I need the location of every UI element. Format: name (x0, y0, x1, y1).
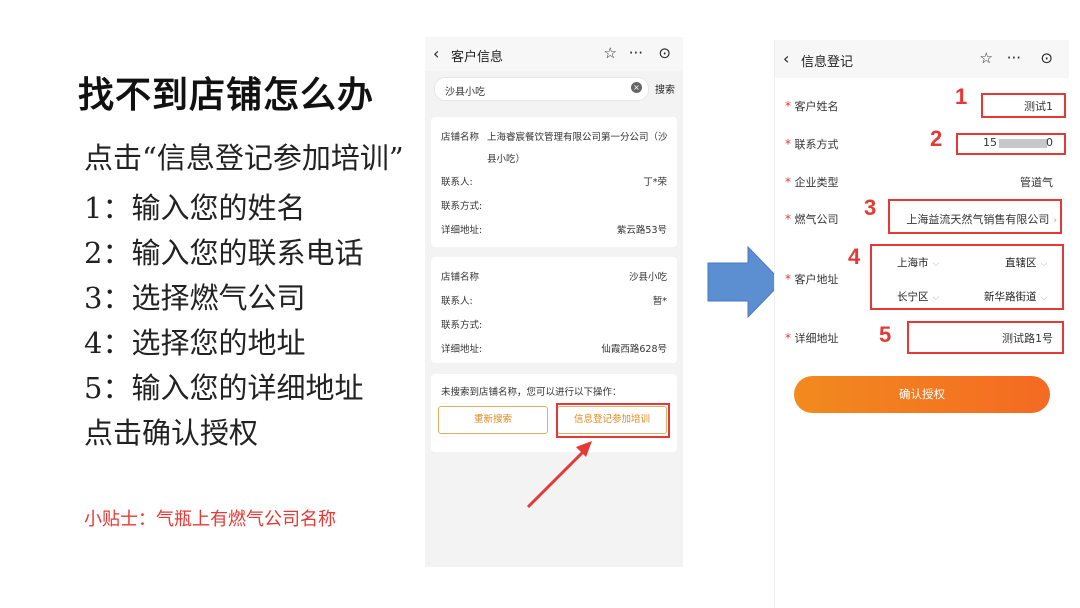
required-mark: * (785, 331, 791, 345)
contact-label: 联系人: (441, 177, 473, 188)
highlight-box (907, 321, 1064, 354)
required-mark: * (785, 99, 791, 113)
address-value: 紫云路53号 (616, 225, 667, 236)
highlight-box (556, 403, 670, 438)
address-value: 仙霞西路628号 (601, 344, 667, 355)
nav-title: 客户信息 (451, 50, 504, 65)
confirm-button-label: 确认授权 (899, 387, 945, 401)
step-item: 3：选择燃气公司 (84, 281, 306, 315)
target-icon[interactable]: ⊙ (658, 44, 671, 62)
more-icon[interactable]: ··· (629, 44, 643, 62)
contact-label: 联系人: (441, 296, 473, 307)
search-button[interactable]: 搜索 (655, 81, 675, 96)
contact-value: 暂* (652, 296, 667, 307)
step-number: 4 (848, 244, 861, 269)
star-icon[interactable]: ☆ (604, 44, 617, 62)
required-mark: * (785, 212, 791, 226)
tip-text: 小贴士：气瓶上有燃气公司名称 (84, 509, 336, 530)
step-item: 点击确认授权 (84, 416, 259, 450)
back-icon[interactable]: ‹ (433, 44, 439, 63)
step-number: 1 (955, 84, 968, 109)
store-name: 沙县小吃 (628, 272, 667, 283)
phone-label: 联系方式: (441, 320, 483, 331)
store-card[interactable]: 店铺名称 上海睿宸餐饮管理有限公司第一分公司（沙 县小吃） 联系人: 丁*荣 联系… (431, 117, 677, 247)
type-value: 管道气 (1020, 176, 1053, 189)
clear-icon[interactable]: × (631, 82, 642, 93)
store-name-cont: 县小吃） (487, 154, 526, 165)
right-arrow-icon (707, 245, 783, 319)
star-icon[interactable]: ☆ (980, 49, 993, 67)
search-input[interactable]: 沙县小吃 × (434, 77, 649, 101)
highlight-box (870, 244, 1064, 310)
step-number: 2 (930, 126, 943, 151)
phone-label: 联系方式: (441, 201, 483, 212)
address-label: 详细地址: (441, 344, 483, 355)
required-mark: * (785, 175, 791, 189)
red-pointer-arrow (526, 441, 592, 509)
target-icon[interactable]: ⊙ (1040, 49, 1053, 67)
step-item: 5：输入您的详细地址 (84, 371, 364, 405)
address-label: 客户地址 (794, 273, 839, 286)
nav-bar: ‹ 信息登记 ☆ ··· ⊙ (775, 40, 1069, 78)
slide-title: 找不到店铺怎么办 (78, 75, 375, 116)
name-label: 客户姓名 (794, 100, 839, 113)
search-value: 沙县小吃 (445, 87, 485, 98)
required-mark: * (785, 137, 791, 151)
required-mark: * (785, 272, 791, 286)
confirm-button[interactable]: 确认授权 (794, 376, 1050, 413)
detail-label: 详细地址 (794, 332, 839, 345)
highlight-box (956, 133, 1066, 155)
step-item: 4：选择您的地址 (84, 326, 306, 360)
back-icon[interactable]: ‹ (783, 49, 789, 68)
step-item: 1：输入您的姓名 (84, 191, 306, 225)
research-button-label: 重新搜索 (473, 414, 512, 425)
nav-bar: ‹ 客户信息 ☆ ··· ⊙ (425, 37, 683, 71)
not-found-text: 未搜索到店铺名称，您可以进行以下操作： (441, 387, 622, 398)
store-name-label: 店铺名称 (441, 132, 480, 143)
phone-label: 联系方式 (794, 138, 839, 151)
store-name-label: 店铺名称 (441, 272, 480, 283)
steps-list: 点击“信息登记参加培训” 1：输入您的姓名 2：输入您的联系电话 3：选择燃气公… (84, 140, 414, 456)
gas-label: 燃气公司 (794, 213, 839, 226)
research-button[interactable]: 重新搜索 (438, 406, 548, 434)
highlight-box (888, 199, 1062, 234)
address-label: 详细地址: (441, 225, 483, 236)
step-item: 点击“信息登记参加培训” (84, 141, 404, 175)
store-name: 上海睿宸餐饮管理有限公司第一分公司（沙 (487, 132, 668, 143)
store-card[interactable]: 店铺名称 沙县小吃 联系人: 暂* 联系方式: 详细地址: 仙霞西路628号 (431, 257, 677, 363)
step-number: 5 (879, 322, 892, 347)
type-label: 企业类型 (794, 176, 839, 189)
contact-value: 丁*荣 (643, 177, 667, 188)
nav-title: 信息登记 (801, 55, 854, 70)
step-item: 2：输入您的联系电话 (84, 236, 364, 270)
highlight-box (981, 93, 1066, 118)
step-number: 3 (864, 195, 877, 220)
more-icon[interactable]: ··· (1007, 49, 1021, 67)
